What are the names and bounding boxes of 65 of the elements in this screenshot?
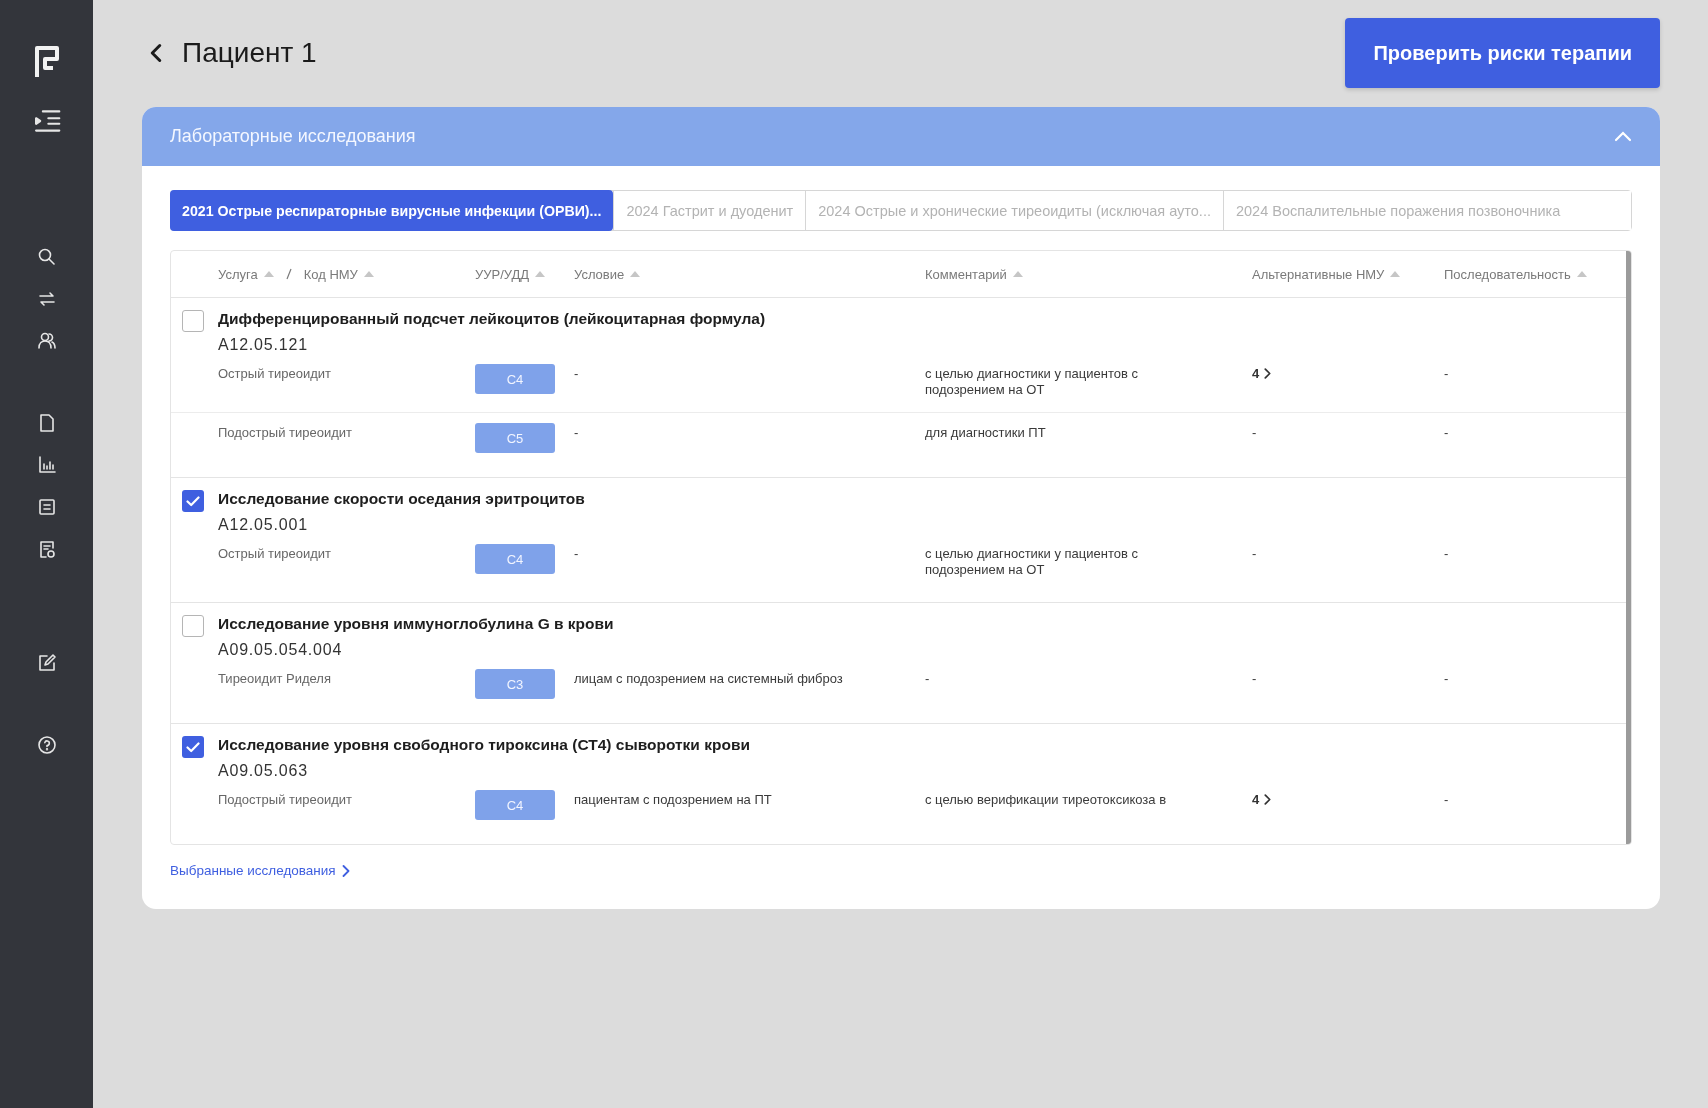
sequence-text: - <box>1444 792 1449 807</box>
sequence-text: - <box>1444 425 1449 440</box>
scrollbar[interactable] <box>1626 251 1631 844</box>
alternatives-count: - <box>1252 546 1258 561</box>
column-header[interactable]: Код НМУ <box>303 266 358 282</box>
service-name: Дифференцированный подсчет лейкоцитов (лейкоцитарная формула) <box>218 310 767 328</box>
sequence-text: - <box>1444 671 1449 686</box>
condition-text: - <box>574 425 579 440</box>
comment-text: для диагностики ПТ <box>925 425 1046 440</box>
column-header[interactable]: Альтернативные НМУ <box>1252 266 1385 282</box>
service-name: Исследование уровня иммуноглобулина G в крови <box>218 615 615 633</box>
service-code: A12.05.121 <box>218 336 308 354</box>
checkbox[interactable] <box>182 736 204 758</box>
service-code: A09.05.054.004 <box>218 641 343 659</box>
diagnosis: Подострый тиреоидит <box>218 425 352 440</box>
section-title: Лабораторные исследования <box>170 126 416 147</box>
sequence-text: - <box>1444 546 1449 561</box>
slash-icon <box>285 268 292 280</box>
service-code: A12.05.001 <box>218 516 308 534</box>
grade-badge: С4 <box>475 544 555 574</box>
users-icon[interactable] <box>35 330 58 352</box>
grade-badge: С5 <box>475 423 555 453</box>
diagnosis: Острый тиреоидит <box>218 366 331 381</box>
diagnosis: Подострый тиреоидит <box>218 792 352 807</box>
chevron-right-icon[interactable] <box>1264 368 1272 379</box>
chevron-right-icon[interactable] <box>341 864 350 877</box>
checkmark-icon <box>186 495 200 507</box>
condition-text: пациентам с подозрением на ПТ <box>574 792 772 807</box>
comment-text: с целью диагностики у пациентов с подозрением на ОТ <box>925 366 1138 397</box>
selected-studies-link[interactable]: Выбранные исследования <box>170 863 350 878</box>
grade-badge: С4 <box>475 790 555 820</box>
checkmark-icon <box>186 741 200 753</box>
comment-text: с целью верификации тиреотоксикоза в <box>925 792 1167 807</box>
sequence-text: - <box>1444 366 1449 381</box>
column-header[interactable]: Последовательность <box>1444 266 1571 282</box>
alternatives-count: - <box>1252 671 1258 686</box>
checkbox[interactable] <box>182 310 204 332</box>
condition-text: лицам с подозрением на системный фиброз <box>574 671 843 686</box>
grade-badge: С3 <box>475 669 555 699</box>
condition-text: - <box>574 366 579 381</box>
back-icon[interactable] <box>150 42 162 64</box>
grade-badge: С4 <box>475 364 555 394</box>
help-icon[interactable] <box>35 734 58 756</box>
comment-text: с целью диагностики у пациентов с подозрением на ОТ <box>925 546 1138 577</box>
service-name: Исследование скорости оседания эритроцитов <box>218 490 586 508</box>
column-header[interactable]: УУР/УДД <box>475 266 530 282</box>
page-title: Пациент 1 <box>182 37 317 69</box>
chevron-right-icon[interactable] <box>1264 794 1272 805</box>
diagnosis: Тиреоидит Риделя <box>218 671 331 686</box>
service-name: Исследование уровня свободного тироксина (СТ4) сыворотки крови <box>218 736 751 754</box>
logo-icon[interactable] <box>32 44 61 78</box>
diagnosis: Острый тиреоидит <box>218 546 331 561</box>
comment-text: - <box>925 671 930 686</box>
condition-text: - <box>574 546 579 561</box>
checkbox[interactable] <box>182 490 204 512</box>
alternatives-link[interactable]: 4 <box>1252 366 1444 381</box>
tab[interactable]: 2021 Острые респираторные вирусные инфекции (ОРВИ)... <box>170 190 614 231</box>
alternatives-count: - <box>1252 425 1258 440</box>
column-header[interactable]: Услуга <box>218 266 258 282</box>
column-header[interactable]: Условие <box>574 266 625 282</box>
alternatives-link[interactable]: 4 <box>1252 792 1444 807</box>
column-header[interactable]: Комментарий <box>925 266 1007 282</box>
check-risks-button[interactable]: Проверить риски терапии <box>1345 18 1660 88</box>
checkbox[interactable] <box>182 615 204 637</box>
service-code: A09.05.063 <box>218 762 308 780</box>
